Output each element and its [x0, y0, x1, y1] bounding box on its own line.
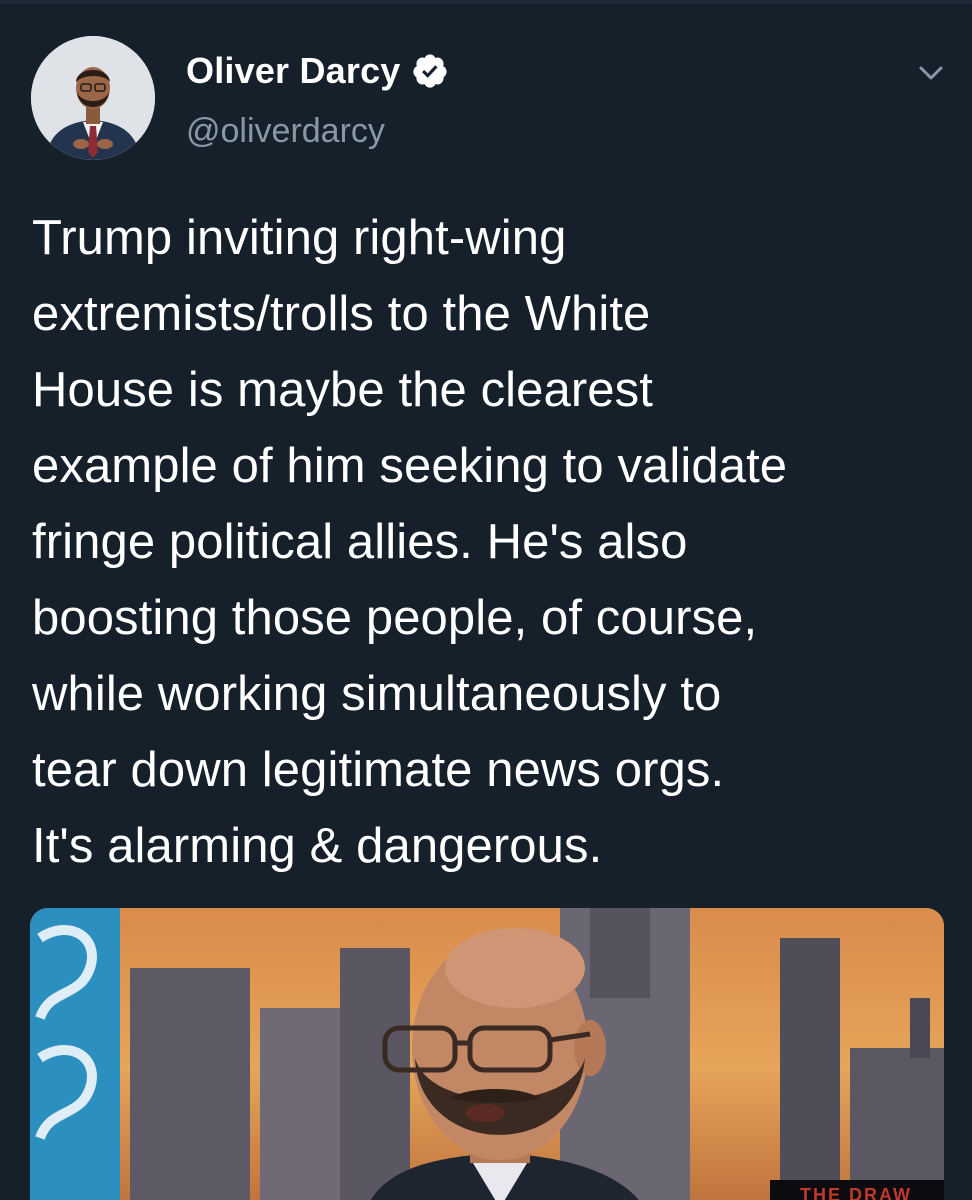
author-handle[interactable]: @oliverdarcy [186, 112, 385, 151]
avatar[interactable] [31, 36, 155, 160]
display-name-text: Oliver Darcy [186, 50, 401, 91]
top-divider [0, 0, 972, 4]
verified-badge-icon [411, 52, 449, 90]
chevron-down-icon[interactable] [916, 58, 946, 88]
author-display-name[interactable]: Oliver Darcy [186, 50, 449, 92]
media-thumbnail[interactable]: THE DRAW [30, 908, 944, 1200]
tweet-text: Trump inviting right-wing extremists/tro… [32, 211, 788, 873]
media-caption-fragment: THE DRAW [770, 1180, 944, 1200]
